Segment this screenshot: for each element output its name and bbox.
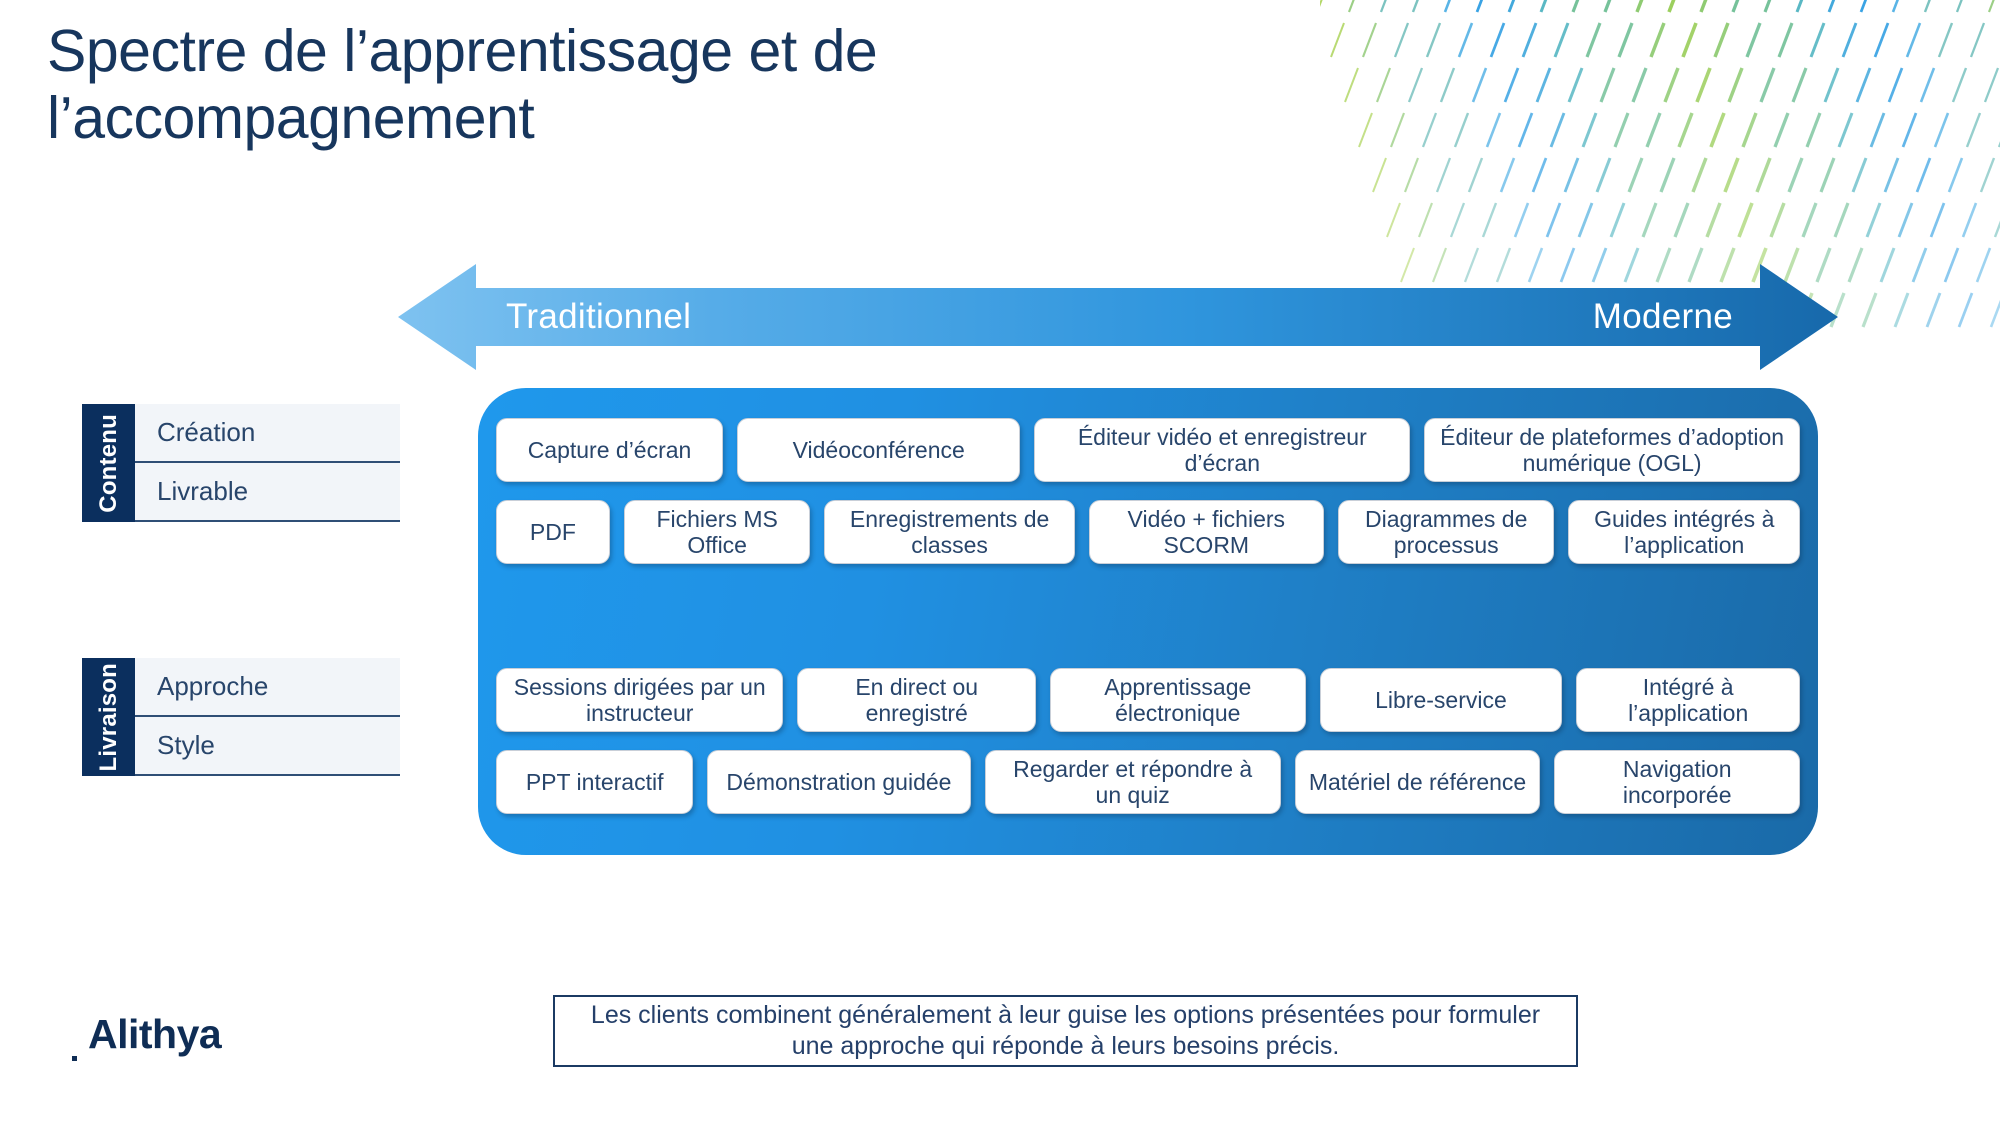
matrix-item[interactable]: Libre-service [1319,668,1563,732]
logo-dot-mark [72,1056,77,1061]
category-row-label: Style [157,730,215,760]
matrix-item[interactable]: En direct ou enregistré [797,668,1036,732]
category-row-label: Livrable [157,476,249,506]
matrix-item[interactable]: PPT interactif [496,750,694,814]
matrix-row-livrable: PDF Fichiers MS Office Enregistrements de … [496,500,1800,564]
matrix-item[interactable]: Regarder et répondre à un quiz [984,750,1281,814]
matrix-item[interactable]: Matériel de référence [1294,750,1541,814]
matrix-item[interactable]: Éditeur de plateformes d’adoption numéri… [1424,418,1800,482]
spectrum-arrow: Traditionnel Moderne [398,262,1838,372]
matrix-item[interactable]: Vidéoconférence [737,418,1021,482]
slide-title: Spectre de l’apprentissage et de l’accom… [47,18,878,151]
matrix-item[interactable]: Guides intégrés à l’application [1568,500,1800,564]
category-tab-label: Livraison [94,662,122,772]
category-tab-contenu: Contenu [82,404,135,522]
footnote-text: Les clients combinent généralement à leu… [590,1000,1541,1060]
matrix-item[interactable]: Intégré à l’application [1576,668,1800,732]
matrix-item[interactable]: Navigation incorporée [1554,750,1800,814]
matrix-item[interactable]: PDF [496,500,610,564]
matrix-item[interactable]: Éditeur vidéo et enregistreur d’écran [1034,418,1411,482]
category-row-label: Approche [157,671,269,701]
category-row-creation: Création [135,404,400,463]
matrix-item[interactable]: Capture d’écran [496,418,724,482]
category-tab-label: Contenu [94,413,122,513]
alithya-logo: Alithya [88,1011,222,1057]
matrix-item[interactable]: Diagrammes de processus [1337,500,1555,564]
matrix-item[interactable]: Fichiers MS Office [623,500,811,564]
matrix-row-creation: Capture d’écran Vidéoconférence Éditeur vi… [496,418,1800,482]
category-rail-livraison: Livraison Approche Style [82,658,400,776]
category-tab-livraison: Livraison [82,658,135,776]
matrix-item[interactable]: Sessions dirigées par un instructeur [496,668,784,732]
matrix-item[interactable]: Enregistrements de classes [824,500,1075,564]
spectrum-right-label: Moderne [1592,297,1733,336]
category-row-style: Style [135,717,400,776]
matrix-item[interactable]: Démonstration guidée [707,750,971,814]
category-rail-contenu: Contenu Création Livrable [82,404,400,522]
category-rows: Création Livrable [135,404,400,522]
matrix-row-approche: Sessions dirigées par un instructeur En d… [496,668,1800,732]
slide-canvas: Spectre de l’apprentissage et de l’accom… [0,0,2000,1121]
category-row-approche: Approche [135,658,400,717]
footnote-box: Les clients combinent généralement à leu… [553,995,1578,1067]
matrix-item[interactable]: Apprentissage électronique [1049,668,1306,732]
category-row-label: Création [157,417,256,447]
category-row-livrable: Livrable [135,463,400,522]
matrix-item[interactable]: Vidéo + fichiers SCORM [1088,500,1324,564]
matrix-row-style: PPT interactif Démonstration guidée Regard… [496,750,1800,814]
spectrum-matrix-panel: Capture d’écran Vidéoconférence Éditeur vi… [478,388,1818,855]
category-rows: Approche Style [135,658,400,776]
spectrum-left-label: Traditionnel [506,297,692,336]
